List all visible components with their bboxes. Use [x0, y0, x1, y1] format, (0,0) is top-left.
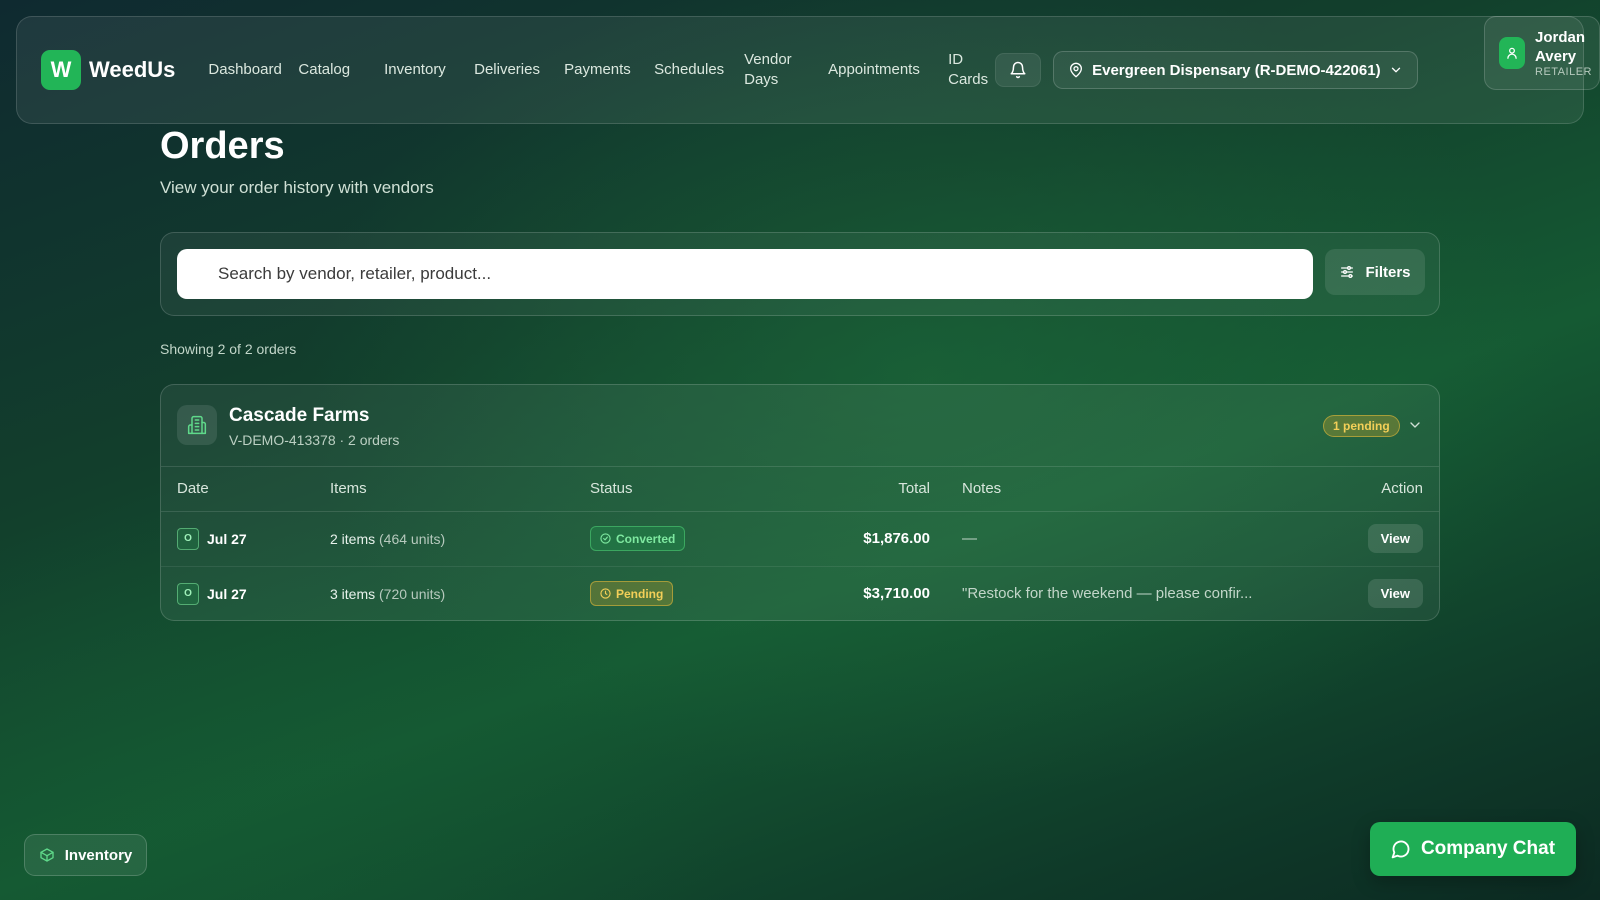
order-action-cell: View	[1329, 566, 1439, 620]
map-pin-icon	[1070, 62, 1083, 78]
order-date: Jul 27	[207, 585, 247, 602]
results-summary: Showing 2 of 2 orders	[160, 341, 297, 357]
location-label: Evergreen Dispensary (R-DEMO-422061)	[1092, 61, 1381, 79]
nav-item-vendor-days[interactable]: Vendor Days	[727, 50, 811, 90]
nav-item-inventory[interactable]: Inventory	[367, 60, 457, 80]
notifications-button[interactable]	[995, 53, 1042, 87]
order-status-cell: Pending	[590, 566, 770, 620]
table-row[interactable]: O Jul 27 2 items (464 units) Converted $1…	[161, 511, 1439, 567]
brand-logo: W	[41, 50, 81, 90]
company-chat-button[interactable]: Company Chat	[1370, 822, 1576, 876]
view-order-button[interactable]: View	[1367, 524, 1423, 553]
order-date: Jul 27	[207, 530, 247, 547]
order-notes: —	[962, 530, 977, 547]
building-icon	[177, 405, 217, 445]
order-total: $3,710.00	[863, 585, 930, 603]
table-header-row: Date Items Status Total Notes Action	[161, 467, 1439, 512]
nav-item-dashboard[interactable]: Dashboard	[191, 60, 281, 80]
search-input[interactable]	[177, 249, 1313, 299]
nav-item-deliveries[interactable]: Deliveries	[457, 60, 547, 80]
chat-bubble-icon	[1391, 840, 1410, 859]
vendor-order-group: Cascade Farms V-DEMO-413378 · 2 orders 1…	[160, 384, 1440, 621]
user-avatar	[1499, 37, 1525, 69]
column-header-date: Date	[161, 467, 330, 512]
order-total-cell: $3,710.00	[770, 566, 930, 620]
column-header-action: Action	[1329, 467, 1439, 512]
status-badge: Converted	[590, 526, 686, 551]
status-label: Pending	[616, 586, 664, 601]
clock-icon	[600, 588, 611, 599]
user-role: RETAILER	[1535, 66, 1592, 78]
user-name: Jordan Avery	[1535, 29, 1586, 65]
order-date-cell: O Jul 27	[161, 511, 330, 567]
inventory-button-label: Inventory	[64, 846, 133, 864]
order-units: (464 units)	[379, 530, 446, 547]
nav-item-id-cards[interactable]: ID Cards	[931, 50, 995, 90]
order-notes-cell: "Restock for the weekend — please confir…	[930, 566, 1329, 620]
column-header-status: Status	[590, 467, 770, 512]
location-selector[interactable]: Evergreen Dispensary (R-DEMO-422061)	[1053, 51, 1418, 89]
vendor-name: Cascade Farms	[229, 405, 370, 426]
company-chat-label: Company Chat	[1420, 838, 1556, 859]
view-order-button[interactable]: View	[1367, 579, 1423, 609]
page-subtitle: View your order history with vendors	[160, 178, 434, 197]
status-badge: Pending	[590, 581, 674, 607]
order-total-cell: $1,876.00	[770, 511, 930, 567]
order-total: $1,876.00	[863, 530, 930, 547]
order-items-cell: 3 items (720 units)	[330, 566, 590, 620]
order-marker[interactable]: O	[177, 582, 199, 605]
chevron-down-icon	[1391, 67, 1400, 73]
nav-item-appointments[interactable]: Appointments	[811, 60, 931, 80]
package-icon	[40, 848, 54, 862]
column-header-total: Total	[770, 467, 930, 512]
table-row[interactable]: O Jul 27 3 items (720 units) Pending $3,7…	[161, 566, 1439, 620]
bell-icon	[1010, 61, 1026, 79]
brand-name: WeedUs	[89, 57, 176, 82]
vendor-meta: V-DEMO-413378 · 2 orders	[229, 432, 400, 448]
order-status-cell: Converted	[590, 511, 770, 567]
order-items-cell: 2 items (464 units)	[330, 511, 590, 567]
top-navigation-bar: W WeedUs Dashboard Catalog Inventory Del…	[16, 16, 1584, 124]
status-label: Converted	[616, 531, 676, 546]
filters-label: Filters	[1365, 263, 1411, 281]
search-panel: Filters	[160, 232, 1440, 316]
vendor-group-header[interactable]: Cascade Farms V-DEMO-413378 · 2 orders 1…	[161, 385, 1439, 467]
order-action-cell: View	[1329, 511, 1439, 567]
order-marker[interactable]: O	[177, 527, 199, 550]
order-items: 2 items	[330, 530, 376, 547]
sliders-icon	[1341, 266, 1354, 278]
order-date-cell: O Jul 27	[161, 566, 330, 620]
inventory-floating-button[interactable]: Inventory	[24, 834, 147, 876]
nav-item-schedules[interactable]: Schedules	[637, 60, 727, 80]
order-notes-cell: —	[930, 511, 1329, 567]
page-title: Orders	[160, 125, 285, 167]
filters-button[interactable]: Filters	[1325, 249, 1425, 295]
check-circle-icon	[600, 533, 611, 544]
order-units: (720 units)	[379, 585, 446, 602]
column-header-items: Items	[330, 467, 590, 512]
column-header-notes: Notes	[930, 467, 1329, 512]
order-items: 3 items	[330, 585, 376, 602]
orders-table: Date Items Status Total Notes Action O Ju…	[161, 467, 1439, 620]
nav-item-catalog[interactable]: Catalog	[281, 60, 367, 80]
nav-item-payments[interactable]: Payments	[547, 60, 637, 80]
pending-count-badge: 1 pending	[1323, 415, 1400, 437]
user-menu[interactable]: Jordan Avery RETAILER	[1484, 16, 1600, 90]
brand[interactable]: W WeedUs	[41, 50, 175, 90]
order-notes: "Restock for the weekend — please confir…	[962, 585, 1253, 603]
user-icon	[1507, 47, 1517, 59]
main-nav: Dashboard Catalog Inventory Deliveries P…	[191, 50, 995, 90]
chevron-down-icon[interactable]	[1407, 417, 1423, 433]
